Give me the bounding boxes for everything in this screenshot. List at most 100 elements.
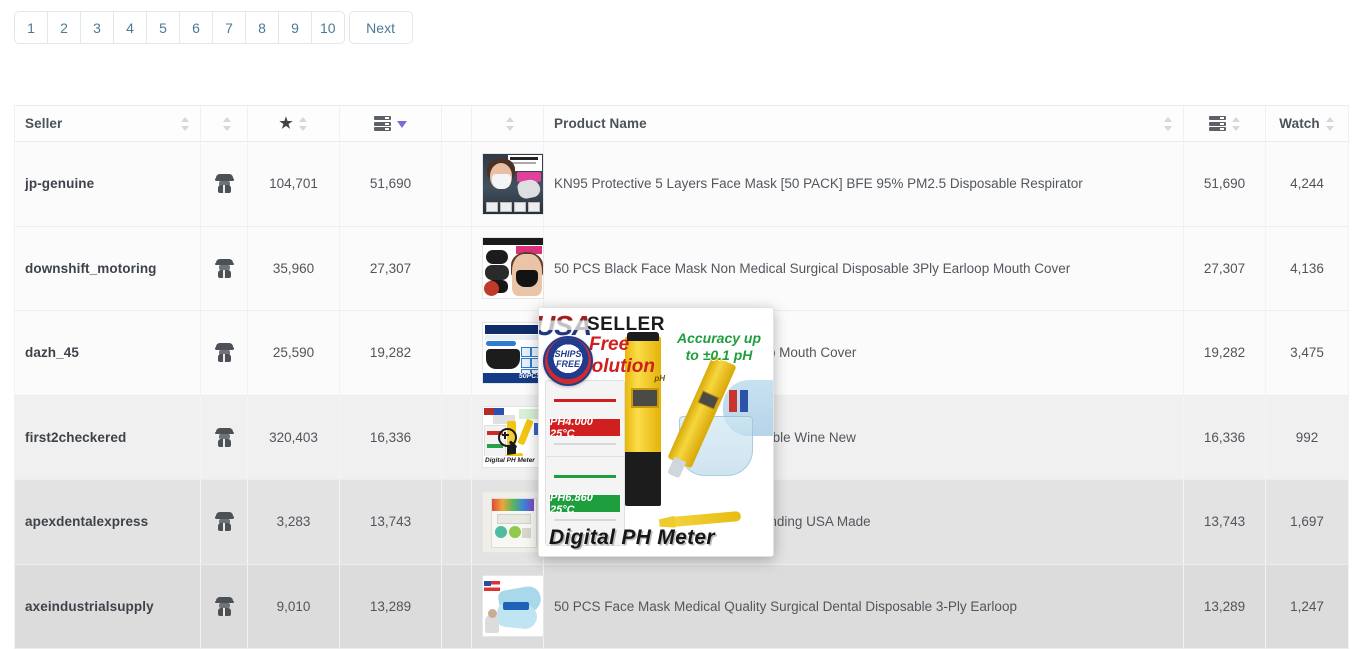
sort-icon-watch[interactable]: [1325, 116, 1335, 132]
header-thumb-spacer: [441, 105, 472, 142]
user-secret-icon[interactable]: [214, 343, 234, 363]
seller-name: dazh_45: [25, 345, 79, 361]
user-secret-icon[interactable]: [214, 596, 234, 616]
cell-sold: 51,690: [339, 141, 442, 227]
preview-seller-text: SELLER: [587, 314, 665, 335]
seller-name: first2checkered: [25, 429, 127, 445]
page-button-1[interactable]: 1: [14, 11, 47, 44]
cell-thumbnail[interactable]: [471, 141, 544, 227]
header-watch[interactable]: Watch: [1265, 105, 1349, 142]
cell-feedback: 320,403: [247, 395, 340, 480]
cell-spy[interactable]: [200, 141, 248, 227]
cell-thumbnail[interactable]: [471, 564, 544, 649]
cell-product-name[interactable]: 50 PCS Black Face Mask Non Medical Surgi…: [543, 226, 1184, 311]
product-name-text: 50 PCS Face Mask Medical Quality Surgica…: [554, 598, 1017, 614]
cell-seller: first2checkered: [14, 395, 201, 480]
page-button-4[interactable]: 4: [113, 11, 146, 44]
cell-sold: 19,282: [339, 310, 442, 396]
cell-watch: 1,697: [1265, 479, 1349, 565]
preview-accuracy-text: Accuracy up to ±0.1 pH: [676, 330, 762, 363]
cell-watch: 992: [1265, 395, 1349, 480]
user-secret-icon[interactable]: [214, 258, 234, 278]
product-thumbnail[interactable]: [482, 237, 544, 300]
header-feedback[interactable]: ★: [247, 105, 340, 142]
star-icon: ★: [279, 115, 293, 132]
sort-icon-product-name[interactable]: [1164, 116, 1173, 132]
product-thumbnail[interactable]: [482, 575, 544, 638]
cell-seller: apexdentalexpress: [14, 479, 201, 565]
page-button-9[interactable]: 9: [278, 11, 311, 44]
cell-spy[interactable]: [200, 226, 248, 311]
header-seller[interactable]: Seller: [14, 105, 201, 142]
cell-spy[interactable]: [200, 395, 248, 480]
cell-feedback: 35,960: [247, 226, 340, 311]
table-header-row: Seller ★ Product Name Watch: [14, 105, 1349, 142]
cell-thumbnail[interactable]: [471, 310, 544, 396]
header-spy[interactable]: [200, 105, 248, 142]
header-count[interactable]: [1183, 105, 1266, 142]
sort-icon-spy[interactable]: [222, 116, 232, 132]
cell-watch: 4,244: [1265, 141, 1349, 227]
cell-product-name[interactable]: 50 PCS Face Mask Medical Quality Surgica…: [543, 564, 1184, 649]
cell-seller: axeindustrialsupply: [14, 564, 201, 649]
cell-spacer: [441, 141, 472, 227]
table-row[interactable]: downshift_motoring 35,960 27,307 50 PCS …: [14, 226, 1349, 311]
user-secret-icon[interactable]: [214, 512, 234, 532]
cell-feedback: 25,590: [247, 310, 340, 396]
seller-name: jp-genuine: [25, 176, 95, 192]
product-thumbnail-hovered[interactable]: [482, 406, 544, 469]
cell-product-name[interactable]: KN95 Protective 5 Layers Face Mask [50 P…: [543, 141, 1184, 227]
header-thumbnail[interactable]: [471, 105, 544, 142]
page-button-10[interactable]: 10: [311, 11, 345, 44]
header-watch-label: Watch: [1279, 116, 1320, 131]
ships-free-badge-icon: SHIPS FREE: [543, 336, 593, 386]
seller-name: axeindustrialsupply: [25, 598, 154, 614]
cell-spacer: [441, 479, 472, 565]
cell-sold: 27,307: [339, 226, 442, 311]
header-sold[interactable]: [339, 105, 442, 142]
preview-card-2-label: PH6.860 25°C: [550, 492, 620, 516]
header-product-name[interactable]: Product Name: [543, 105, 1184, 142]
page-button-7[interactable]: 7: [212, 11, 245, 44]
cell-count: 13,743: [1183, 479, 1266, 565]
product-thumbnail[interactable]: [482, 490, 544, 553]
table-row[interactable]: axeindustrialsupply 9,010 13,289 50 PCS …: [14, 564, 1349, 649]
cell-count: 13,289: [1183, 564, 1266, 649]
user-secret-icon[interactable]: [214, 174, 234, 194]
sort-icon-seller[interactable]: [181, 116, 190, 132]
sort-icon-thumbnail[interactable]: [506, 116, 515, 132]
seller-name: apexdentalexpress: [25, 514, 149, 530]
page-button-8[interactable]: 8: [245, 11, 278, 44]
cell-spacer: [441, 564, 472, 649]
cell-seller: downshift_motoring: [14, 226, 201, 311]
page-button-6[interactable]: 6: [179, 11, 212, 44]
sort-icon-sold-active[interactable]: [396, 116, 408, 132]
sort-icon-count[interactable]: [1231, 116, 1241, 132]
image-preview-popup: PH4.000 25°C PH6.860 25°C pH USA SELLER …: [538, 307, 774, 557]
sort-icon-feedback[interactable]: [298, 116, 308, 132]
cell-seller: jp-genuine: [14, 141, 201, 227]
cell-watch: 3,475: [1265, 310, 1349, 396]
pagination: 1 2 3 4 5 6 7 8 9 10 Next: [14, 11, 413, 44]
server-stack-icon: [373, 116, 391, 131]
next-page-button[interactable]: Next: [348, 11, 413, 44]
cell-feedback: 9,010: [247, 564, 340, 649]
preview-card-1-label: PH4.000 25°C: [550, 416, 620, 440]
product-thumbnail[interactable]: [482, 152, 544, 215]
cell-spy[interactable]: [200, 310, 248, 396]
page-button-3[interactable]: 3: [80, 11, 113, 44]
cell-seller: dazh_45: [14, 310, 201, 396]
cell-spy[interactable]: [200, 564, 248, 649]
product-name-text: KN95 Protective 5 Layers Face Mask [50 P…: [554, 176, 1083, 192]
table-row[interactable]: jp-genuine 104,701 51,690 KN95 Protectiv…: [14, 141, 1349, 227]
page-button-5[interactable]: 5: [146, 11, 179, 44]
cell-thumbnail[interactable]: [471, 479, 544, 565]
header-seller-label: Seller: [25, 116, 63, 131]
product-thumbnail[interactable]: [482, 321, 544, 384]
product-name-text: 50 PCS Black Face Mask Non Medical Surgi…: [554, 260, 1071, 276]
cell-thumbnail[interactable]: [471, 226, 544, 311]
cell-spy[interactable]: [200, 479, 248, 565]
user-secret-icon[interactable]: [214, 427, 234, 447]
cell-thumbnail[interactable]: [471, 395, 544, 480]
page-button-2[interactable]: 2: [47, 11, 80, 44]
